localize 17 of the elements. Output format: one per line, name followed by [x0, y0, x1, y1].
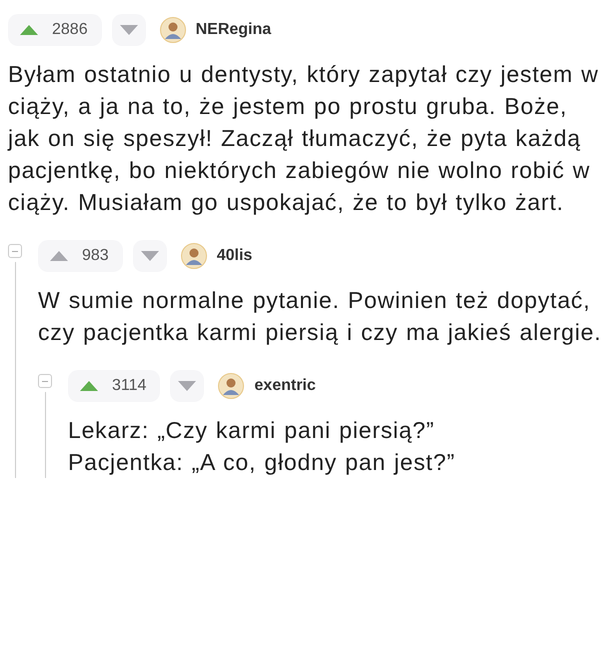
avatar-icon [160, 17, 186, 43]
avatar-icon [218, 373, 244, 399]
upvote-button[interactable]: 3114 [68, 370, 160, 402]
username[interactable]: NERegina [196, 21, 272, 39]
comment-text: Byłam ostatnio u dentysty, który zapytał czy jestem w ciąży, a ja na to, że jestem po prostu gruba. Boże, jak on się speszył! Zaczął tłumaczyć, że pyta każdą pacjentkę, bo niektórych zabiegów nie wolno robić w ciąży. Musiałam go uspokajać, że to był tylko żart. [8, 60, 600, 217]
collapse-button[interactable] [8, 244, 22, 258]
username[interactable]: 40lis [216, 247, 252, 265]
downvote-button[interactable] [112, 14, 146, 46]
downvote-button[interactable] [132, 240, 167, 272]
username[interactable]: exentric [254, 377, 316, 395]
avatar-icon [180, 243, 207, 269]
downvote-button[interactable] [170, 370, 204, 402]
comment-text: W sumie normalne pytanie. Powinien też dopytać, czy pacjentka karmi piersią i czy ma jakieś alergie. [38, 286, 602, 347]
upvote-button[interactable]: 983 [38, 240, 123, 272]
collapse-button[interactable] [38, 374, 52, 388]
upvote-button[interactable]: 2886 [8, 14, 102, 46]
comment-text: Lekarz: „Czy karmi pani piersią?” Pacjentka: „A co, głodny pan jest?” [68, 416, 456, 477]
